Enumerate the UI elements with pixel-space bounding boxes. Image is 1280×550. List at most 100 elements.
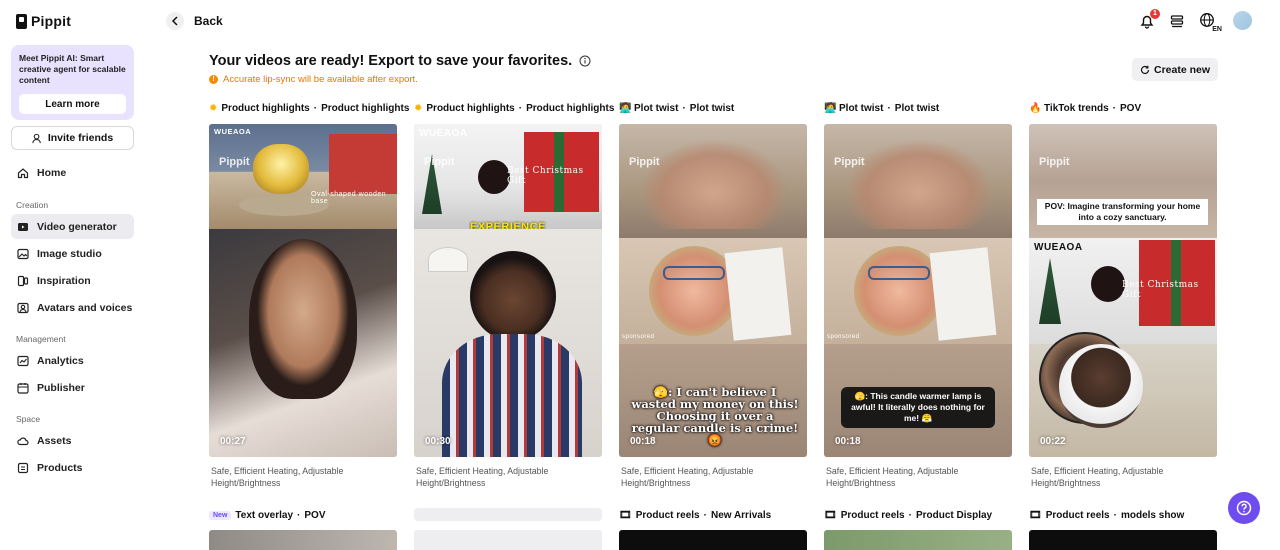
nav-image-studio-label: Image studio xyxy=(37,247,102,260)
language-button[interactable]: EN xyxy=(1199,12,1222,33)
video-duration: 00:27 xyxy=(220,436,246,447)
section-space: Space xyxy=(16,414,41,424)
video-description: Safe, Efficient Heating, Adjustable Heig… xyxy=(211,466,344,488)
video-tag: 🎞 Product reels · Product Display xyxy=(824,508,1012,523)
loading-placeholder xyxy=(414,508,602,521)
video-column: 🧑‍💻 Plot twist · Plot twist Pippit sponsor… xyxy=(824,100,1012,488)
overlay-caption: POV: Imagine transforming your home into… xyxy=(1037,199,1208,225)
video-description: Safe, Efficient Heating, Adjustable Heig… xyxy=(826,466,959,488)
video-tag-category: Plot twist xyxy=(839,102,884,114)
video-card-placeholder xyxy=(414,530,602,550)
notice-text: Accurate lip-sync will be available afte… xyxy=(223,74,418,85)
back-label: Back xyxy=(194,14,223,28)
video-card[interactable]: Pippit sponsored 🫣: This candle warmer l… xyxy=(824,124,1012,457)
reels-icon: 🎞 xyxy=(1029,510,1042,521)
nav-publisher-label: Publisher xyxy=(37,381,85,394)
video-frame: sponsored xyxy=(824,238,1012,344)
page-title: Your videos are ready! Export to save yo… xyxy=(209,53,591,69)
tag-separator: · xyxy=(887,102,891,114)
video-tag-style: POV xyxy=(1120,102,1142,114)
video-tag-category: Product reels xyxy=(1045,510,1110,521)
create-new-label: Create new xyxy=(1153,63,1211,76)
paper-image xyxy=(724,247,792,341)
avatar-icon xyxy=(17,302,29,313)
video-card[interactable] xyxy=(824,530,1012,550)
video-tag: 🧑‍💻 Plot twist · Plot twist xyxy=(824,100,1012,116)
pippit-watermark: Pippit xyxy=(1039,156,1070,168)
presenter-image xyxy=(470,251,556,341)
stack-icon xyxy=(1170,14,1184,27)
video-column-row2: 🎞 Product reels · models show xyxy=(1029,508,1217,550)
pippit-watermark: Pippit xyxy=(219,156,250,168)
nav-assets[interactable]: Assets xyxy=(11,428,134,453)
video-tag-category: Product highlights xyxy=(221,102,310,114)
video-tag-category: Product highlights xyxy=(426,102,515,114)
info-icon[interactable] xyxy=(579,55,591,67)
learn-more-button[interactable]: Learn more xyxy=(19,94,126,114)
lamp-image xyxy=(1091,266,1125,302)
back-nav[interactable]: Back xyxy=(166,12,223,30)
layers-button[interactable] xyxy=(1169,13,1185,29)
reels-icon: 🎞 xyxy=(619,510,632,521)
sponsored-label: sponsored xyxy=(827,334,860,340)
new-badge: New xyxy=(209,511,232,520)
video-card[interactable]: Pippit POV: Imagine transforming your ho… xyxy=(1029,124,1217,457)
presenter-bubble-image xyxy=(1059,344,1143,428)
video-tag-style: Plot twist xyxy=(689,102,735,114)
notifications-button[interactable]: 1 xyxy=(1139,8,1160,29)
invite-friends-button[interactable]: Invite friends xyxy=(11,126,134,150)
brand-name: Pippit xyxy=(31,13,72,29)
person-icon: 🧑‍💻 xyxy=(619,102,632,114)
video-card[interactable] xyxy=(1029,530,1217,550)
red-box-image xyxy=(329,134,397,194)
video-duration: 00:18 xyxy=(630,436,656,447)
fire-icon: 🔥 xyxy=(1029,102,1042,114)
brand-logo[interactable]: Pippit xyxy=(16,13,71,29)
nav-analytics[interactable]: Analytics xyxy=(11,348,134,373)
video-tag-category: Product reels xyxy=(840,510,905,521)
video-card[interactable] xyxy=(619,530,807,550)
nav-video-generator[interactable]: Video generator xyxy=(11,214,134,239)
tag-separator: · xyxy=(908,510,912,521)
video-tag-style: Plot twist xyxy=(894,102,940,114)
back-button[interactable] xyxy=(166,12,184,30)
video-tag-style: Product Display xyxy=(915,510,993,521)
nav-image-studio[interactable]: Image studio xyxy=(11,241,134,266)
presenter-image xyxy=(249,239,357,399)
nav-avatars-voices[interactable]: Avatars and voices xyxy=(11,295,134,320)
tag-separator: · xyxy=(518,102,523,114)
create-new-button[interactable]: Create new xyxy=(1132,58,1218,81)
overlay-caption: 🫣: I can't believe I wasted my money on … xyxy=(631,385,799,447)
video-column: 🔥 TikTok trends · POV Pippit POV: Imagine … xyxy=(1029,100,1217,488)
nav-avatars-label: Avatars and voices xyxy=(37,301,133,314)
nav-inspiration[interactable]: Inspiration xyxy=(11,268,134,293)
user-avatar[interactable] xyxy=(1233,11,1252,30)
video-card[interactable]: WUEAOA Pippit Best Christmas Gift EXPERI… xyxy=(414,124,602,457)
nav-products[interactable]: Products xyxy=(11,455,134,480)
video-column: 🧑‍💻 Plot twist · Plot twist Pippit sponsor… xyxy=(619,100,807,488)
video-description: Safe, Efficient Heating, Adjustable Heig… xyxy=(621,466,754,488)
video-column-row2: 🎞 Product reels · New Arrivals xyxy=(619,508,807,550)
sidebar: Pippit Meet Pippit AI: Smart creative ag… xyxy=(0,0,146,542)
video-frame: Pippit POV: Imagine transforming your ho… xyxy=(1029,124,1217,238)
video-card[interactable] xyxy=(209,530,397,550)
tag-separator: · xyxy=(703,510,707,521)
nav-publisher[interactable]: Publisher xyxy=(11,375,134,400)
overlay-text: Oval-shaped wooden base xyxy=(311,191,387,205)
video-tag: New Text overlay · POV xyxy=(209,508,397,523)
nav-home[interactable]: Home xyxy=(11,160,134,185)
video-duration: 00:30 xyxy=(425,436,451,447)
brand-watermark: WUEAOA xyxy=(1034,242,1083,253)
video-frame: Pippit xyxy=(824,124,1012,238)
sponsored-label: sponsored xyxy=(622,334,655,340)
video-card[interactable]: WUEAOA Pippit Oval-shaped wooden base 00… xyxy=(209,124,397,457)
image-icon xyxy=(17,248,29,259)
video-tag-category: Product reels xyxy=(635,510,700,521)
video-tag: 🧑‍💻 Plot twist · Plot twist xyxy=(619,100,807,116)
nav-video-generator-label: Video generator xyxy=(37,220,117,233)
help-button[interactable] xyxy=(1228,492,1260,524)
sparkle-icon: ✹ xyxy=(414,102,423,114)
brand-watermark: WUEAOA xyxy=(419,128,468,139)
paper-image xyxy=(929,247,997,341)
video-card[interactable]: Pippit sponsored 🫣: I can't believe I wa… xyxy=(619,124,807,457)
